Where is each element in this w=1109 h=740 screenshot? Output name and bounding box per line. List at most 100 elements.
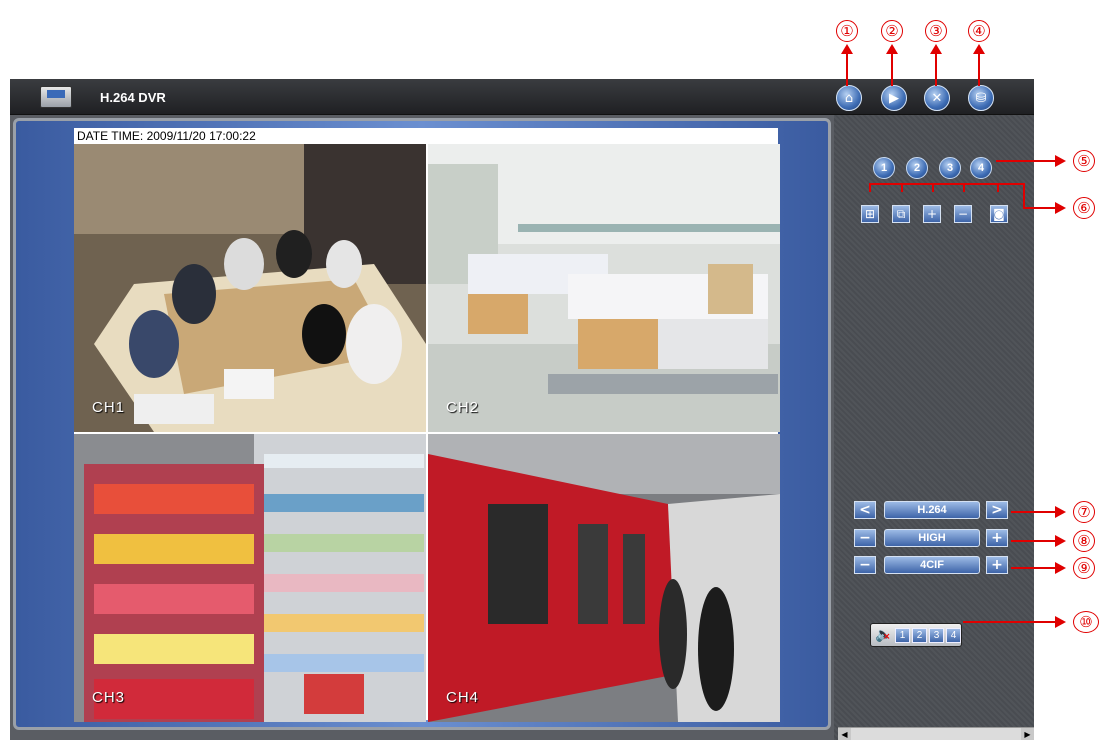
mute-icon: × <box>883 632 891 642</box>
callout-6-tick <box>963 183 965 192</box>
callout-7-arrowhead <box>1055 506 1066 518</box>
resolution-row: − 4CIF + <box>854 556 1014 576</box>
channel-label: CH3 <box>92 689 126 706</box>
quality-value: HIGH <box>884 529 980 547</box>
scroll-left-icon[interactable]: ◀ <box>838 728 851 740</box>
quad-layout-icon: ⊞ <box>864 207 876 221</box>
callout-9-arrow <box>1011 567 1056 569</box>
channel-label: CH2 <box>446 399 480 416</box>
callout-9: ⑨ <box>1073 557 1095 579</box>
zoom-in-button[interactable]: + <box>923 205 941 223</box>
resolution-plus-button[interactable]: + <box>986 556 1008 574</box>
channel-2-button[interactable]: 2 <box>906 157 928 179</box>
title-bar: H.264 DVR ⌂ ▶ ✕ ⛁ <box>10 79 1034 115</box>
camera-tile-ch3[interactable]: CH3 <box>74 434 426 722</box>
camera-tile-ch2[interactable]: CH2 <box>428 144 780 432</box>
callout-4-arrowhead <box>973 44 985 54</box>
channel-4-button[interactable]: 4 <box>970 157 992 179</box>
app-title: H.264 DVR <box>100 90 166 105</box>
callout-7: ⑦ <box>1073 501 1095 523</box>
tools-icon: ✕ <box>931 90 943 106</box>
callout-5-arrowhead <box>1055 155 1066 167</box>
callout-6-tick <box>932 183 934 192</box>
zoom-out-button[interactable]: − <box>954 205 972 223</box>
quality-minus-button[interactable]: − <box>854 529 876 547</box>
codec-next-button[interactable]: > <box>986 501 1008 519</box>
ch4-video-image <box>428 434 780 722</box>
callout-3-arrow <box>935 52 937 86</box>
callout-1: ① <box>836 20 858 42</box>
home-button[interactable]: ⌂ <box>836 85 862 111</box>
callout-2-arrow <box>891 52 893 86</box>
snapshot-icon: ◙ <box>993 207 1005 221</box>
callout-2: ② <box>881 20 903 42</box>
main-content: DATE TIME: 2009/11/20 17:00:22 CH1 CH2 C… <box>10 115 1034 740</box>
datetime-bar: DATE TIME: 2009/11/20 17:00:22 <box>74 128 778 144</box>
network-button[interactable]: ⛁ <box>968 85 994 111</box>
resolution-minus-button[interactable]: − <box>854 556 876 574</box>
codec-value: H.264 <box>884 501 980 519</box>
dvr-window: H.264 DVR ⌂ ▶ ✕ ⛁ DATE TIME: 2009/11/20 … <box>10 79 1034 740</box>
callout-10: ⑩ <box>1073 611 1099 633</box>
dvr-logo-icon <box>40 86 72 108</box>
tools-button[interactable]: ✕ <box>924 85 950 111</box>
callout-6: ⑥ <box>1073 197 1095 219</box>
channel-3-button[interactable]: 3 <box>939 157 961 179</box>
sequence-button[interactable]: ⧉ <box>892 205 910 223</box>
resolution-value: 4CIF <box>884 556 980 574</box>
callout-5-arrow <box>996 160 1056 162</box>
callout-1-arrow <box>846 52 848 86</box>
zoom-in-icon: + <box>926 207 938 221</box>
sequence-icon: ⧉ <box>896 206 906 221</box>
callout-6-arrow <box>1023 207 1057 209</box>
callout-6-tick <box>869 183 871 192</box>
audio-channel-3-button[interactable]: 3 <box>929 628 944 643</box>
callout-4-arrow <box>978 52 980 86</box>
callout-4: ④ <box>968 20 990 42</box>
scroll-right-icon[interactable]: ▶ <box>1021 728 1034 740</box>
network-icon: ⛁ <box>975 90 987 106</box>
ch3-video-image <box>74 434 426 722</box>
playback-icon: ▶ <box>889 90 899 106</box>
camera-grid: CH1 CH2 CH3 CH4 <box>74 144 780 722</box>
audio-channel-2-button[interactable]: 2 <box>912 628 927 643</box>
codec-prev-button[interactable]: < <box>854 501 876 519</box>
callout-8-arrowhead <box>1055 535 1066 547</box>
playback-button[interactable]: ▶ <box>881 85 907 111</box>
channel-label: CH1 <box>92 399 126 416</box>
callout-3-arrowhead <box>930 44 942 54</box>
callout-5: ⑤ <box>1073 150 1095 172</box>
channel-label: CH4 <box>446 689 480 706</box>
audio-selector: 🔈 × 1 2 3 4 <box>870 623 962 647</box>
live-view-frame: DATE TIME: 2009/11/20 17:00:22 CH1 CH2 C… <box>13 118 831 730</box>
callout-10-arrow <box>963 621 1056 623</box>
callout-6-arrowhead <box>1055 202 1066 214</box>
callout-1-arrowhead <box>841 44 853 54</box>
audio-channel-1-button[interactable]: 1 <box>895 628 910 643</box>
callout-6-bracket <box>869 183 1025 185</box>
quad-layout-button[interactable]: ⊞ <box>861 205 879 223</box>
callout-3: ③ <box>925 20 947 42</box>
ch2-video-image <box>428 144 780 432</box>
callout-6-tick <box>901 183 903 192</box>
callout-10-arrowhead <box>1055 616 1066 628</box>
horizontal-scrollbar[interactable]: ◀ ▶ <box>838 727 1034 740</box>
snapshot-button[interactable]: ◙ <box>990 205 1008 223</box>
callout-7-arrow <box>1011 511 1056 513</box>
callout-6-tick <box>997 183 999 192</box>
zoom-out-icon: − <box>957 207 969 221</box>
quality-plus-button[interactable]: + <box>986 529 1008 547</box>
callout-8: ⑧ <box>1073 530 1095 552</box>
control-panel: 1 2 3 4 ⊞ ⧉ + − ◙ < H.264 > − HIGH + − 4… <box>834 115 1034 740</box>
channel-1-button[interactable]: 1 <box>873 157 895 179</box>
camera-tile-ch1[interactable]: CH1 <box>74 144 426 432</box>
callout-6-drop <box>1023 183 1025 209</box>
callout-8-arrow <box>1011 540 1056 542</box>
callout-2-arrowhead <box>886 44 898 54</box>
callout-9-arrowhead <box>1055 562 1066 574</box>
camera-tile-ch4[interactable]: CH4 <box>428 434 780 722</box>
codec-row: < H.264 > <box>854 501 1014 521</box>
ch1-video-image <box>74 144 426 432</box>
audio-channel-4-button[interactable]: 4 <box>946 628 961 643</box>
manual-figure: ① ② ③ ④ H.264 DVR ⌂ ▶ ✕ ⛁ DATE TIME: 200… <box>0 0 1109 740</box>
